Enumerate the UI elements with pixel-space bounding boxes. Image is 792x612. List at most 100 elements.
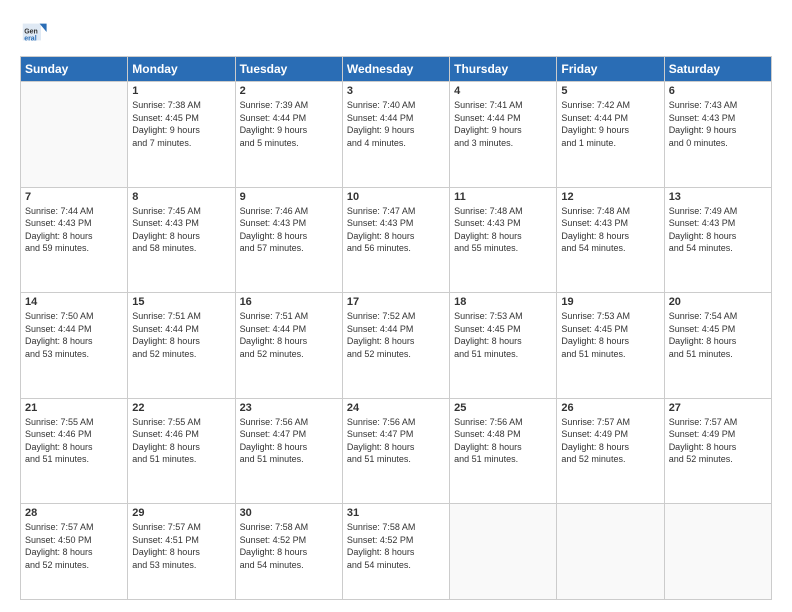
day-info-line: and 51 minutes. [669,349,733,359]
calendar-cell: 17 Sunrise: 7:52 AMSunset: 4:44 PMDayligh… [342,293,449,399]
calendar-cell: 22Sunrise: 7:55 AMSunset: 4:46 PMDayligh… [128,398,235,504]
weekday-header-wednesday: Wednesday [342,57,449,82]
day-info: Sunrise: 7:50 AMSunset: 4:44 PMDaylight:… [25,310,123,360]
day-info-line: Daylight: 9 hours [132,125,200,135]
svg-text:Gen: Gen [24,28,38,35]
day-info-line: Sunset: 4:43 PM [132,218,199,228]
calendar-cell: 18Sunrise: 7:53 AMSunset: 4:45 PMDayligh… [450,293,557,399]
day-info: Sunrise: 7:55 AMSunset: 4:46 PMDaylight:… [132,416,230,466]
day-info-line: and 53 minutes. [25,349,89,359]
day-info-line: Sunrise: 7:43 AM [669,100,738,110]
day-info: Sunrise: 7:56 AMSunset: 4:48 PMDaylight:… [454,416,552,466]
day-info-line: and 0 minutes. [669,138,728,148]
day-info-line: Daylight: 8 hours [347,336,415,346]
calendar-cell [450,504,557,600]
svg-text:eral: eral [24,35,37,42]
day-info-line: Daylight: 8 hours [132,231,200,241]
calendar-cell: 4Sunrise: 7:41 AMSunset: 4:44 PMDaylight… [450,82,557,188]
day-number: 31 [347,507,445,519]
day-info-line: Daylight: 8 hours [25,547,93,557]
day-number: 16 [240,296,338,308]
day-info-line: and 58 minutes. [132,243,196,253]
day-info-line: Sunset: 4:47 PM [240,429,307,439]
day-info-line: Sunrise: 7:44 AM [25,206,94,216]
day-info: Sunrise: 7:42 AMSunset: 4:44 PMDaylight:… [561,99,659,149]
day-number: 24 [347,402,445,414]
day-info-line: and 51 minutes. [454,349,518,359]
logo-icon: Gen eral [20,18,48,46]
day-info-line: Daylight: 8 hours [561,231,629,241]
day-info-line: Sunrise: 7:55 AM [25,417,94,427]
calendar-cell [557,504,664,600]
day-info: Sunrise: 7:51 AMSunset: 4:44 PMDaylight:… [240,310,338,360]
day-info: Sunrise: 7:48 AM Sunset: 4:43 PM Daylight:… [561,205,659,255]
calendar-cell: 25Sunrise: 7:56 AMSunset: 4:48 PMDayligh… [450,398,557,504]
day-info-line: Sunrise: 7:40 AM [347,100,416,110]
day-info-line: Daylight: 9 hours [669,125,737,135]
day-number: 2 [240,85,338,97]
day-info-line: and 3 minutes. [454,138,513,148]
day-info-line: Sunrise: 7:51 AM [240,311,309,321]
day-info: Sunrise: 7:58 AMSunset: 4:52 PMDaylight:… [347,521,445,571]
day-info-line: Daylight: 9 hours [561,125,629,135]
weekday-header-monday: Monday [128,57,235,82]
day-info-line: and 52 minutes. [132,349,196,359]
calendar-cell [664,504,771,600]
calendar-cell: 24 Sunrise: 7:56 AMSunset: 4:47 PMDayligh… [342,398,449,504]
day-info-line: and 5 minutes. [240,138,299,148]
day-info: Sunrise: 7:39 AMSunset: 4:44 PMDaylight:… [240,99,338,149]
day-number: 17 [347,296,445,308]
day-info: Sunrise: 7:56 AMSunset: 4:47 PMDaylight:… [240,416,338,466]
calendar-cell: 3Sunrise: 7:40 AMSunset: 4:44 PMDaylight… [342,82,449,188]
day-number: 19 [561,296,659,308]
day-info: Sunrise: 7:52 AMSunset: 4:44 PMDaylight:… [347,310,445,360]
day-info-line: Sunset: 4:51 PM [132,535,199,545]
day-number: 8 [132,191,230,203]
day-info-line: and 51 minutes. [561,349,625,359]
day-info-line: Sunrise: 7:46 AM [240,206,309,216]
day-info: Sunrise: 7:47 AMSunset: 4:43 PMDaylight:… [347,205,445,255]
calendar-cell: 21Sunrise: 7:55 AMSunset: 4:46 PMDayligh… [21,398,128,504]
day-number: 23 [240,402,338,414]
logo: Gen eral [20,18,52,46]
day-number: 21 [25,402,123,414]
calendar-cell: 28Sunrise: 7:57 AMSunset: 4:50 PMDayligh… [21,504,128,600]
day-info-line: Sunrise: 7:48 AM [561,206,630,216]
day-info-line: Sunset: 4:43 PM [347,218,414,228]
day-number: 11 [454,191,552,203]
day-number: 1 [132,85,230,97]
day-info: Sunrise: 7:56 AMSunset: 4:47 PMDaylight:… [347,416,445,466]
calendar-cell: 27Sunrise: 7:57 AMSunset: 4:49 PMDayligh… [664,398,771,504]
day-number: 13 [669,191,767,203]
day-info-line: Sunrise: 7:39 AM [240,100,309,110]
day-info: Sunrise: 7:49 AMSunset: 4:43 PMDaylight:… [669,205,767,255]
day-info: Sunrise: 7:57 AMSunset: 4:49 PMDaylight:… [669,416,767,466]
day-info-line: and 51 minutes. [454,454,518,464]
day-info-line: Sunset: 4:43 PM [25,218,92,228]
day-info-line: and 52 minutes. [669,454,733,464]
day-number: 3 [347,85,445,97]
day-info-line: and 57 minutes. [240,243,304,253]
day-info-line: Sunset: 4:45 PM [561,324,628,334]
day-info-line: Sunset: 4:43 PM [454,218,521,228]
weekday-header-friday: Friday [557,57,664,82]
day-info-line: Daylight: 8 hours [561,336,629,346]
day-info-line: and 1 minute. [561,138,616,148]
day-info: Sunrise: 7:57 AMSunset: 4:50 PMDaylight:… [25,521,123,571]
day-info-line: Sunrise: 7:57 AM [669,417,738,427]
calendar-cell: 2 Sunrise: 7:39 AMSunset: 4:44 PMDaylight… [235,82,342,188]
day-info-line: and 51 minutes. [25,454,89,464]
calendar-cell: 29Sunrise: 7:57 AMSunset: 4:51 PMDayligh… [128,504,235,600]
day-info-line: Sunrise: 7:53 AM [561,311,630,321]
day-info-line: Daylight: 8 hours [25,336,93,346]
day-info-line: Sunset: 4:46 PM [25,429,92,439]
calendar-cell: 12Sunrise: 7:48 AMSunset: 4:43 PMDayligh… [557,187,664,293]
day-info: Sunrise: 7:46 AMSunset: 4:43 PMDaylight:… [240,205,338,255]
day-number: 5 [561,85,659,97]
calendar-cell: 15Sunrise: 7:51 AMSunset: 4:44 PMDayligh… [128,293,235,399]
day-info-line: Sunset: 4:43 PM [561,218,628,228]
day-info: Sunrise: 7:45 AMSunset: 4:43 PMDaylight:… [132,205,230,255]
calendar-cell: 13 Sunrise: 7:49 AMSunset: 4:43 PMDayligh… [664,187,771,293]
day-info-line: Sunrise: 7:50 AM [25,311,94,321]
day-info: Sunrise: 7:38 AMSunset: 4:45 PMDaylight:… [132,99,230,149]
